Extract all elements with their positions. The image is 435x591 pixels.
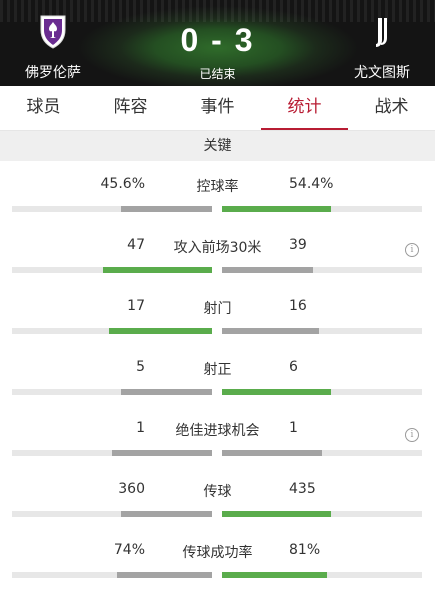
- section-header-key: 关键: [0, 131, 435, 161]
- stat-row: 5 射正 6: [0, 344, 435, 405]
- home-stat-bar-fill: [102, 267, 212, 273]
- away-stat-value: 39: [289, 237, 307, 253]
- away-team-name: 尤文图斯: [354, 65, 410, 81]
- away-stat-value: 16: [289, 298, 307, 314]
- away-stat-bar-fill: [222, 206, 331, 212]
- stat-row: 17 射门 16: [0, 283, 435, 344]
- tab-events[interactable]: 事件: [174, 86, 261, 130]
- away-stat-bar-fill: [222, 511, 332, 517]
- home-stat-bar-fill: [109, 328, 212, 334]
- stat-label: 绝佳进球机会: [175, 423, 260, 439]
- home-stat-bar: [12, 572, 212, 578]
- info-icon[interactable]: i: [405, 428, 419, 442]
- stat-label: 射门: [203, 301, 232, 317]
- away-stat-value: 81%: [289, 542, 321, 558]
- away-stat-bar-fill: [222, 389, 331, 395]
- away-stat-bar: [222, 267, 422, 273]
- away-stat-bar-fill: [222, 572, 327, 578]
- home-stat-bar: [12, 450, 212, 456]
- match-header: 佛罗伦萨 0 - 3 已结束 尤文图斯: [0, 0, 435, 86]
- home-stat-bar-fill: [121, 511, 212, 517]
- stat-row: 45.6% 控球率 54.4%: [0, 161, 435, 222]
- away-stat-value: 6: [289, 359, 298, 375]
- home-stat-bar: [12, 328, 212, 334]
- home-stat-bar: [12, 206, 212, 212]
- stat-row: 1 绝佳进球机会 1: [0, 405, 435, 466]
- stat-label: 控球率: [196, 179, 239, 195]
- info-icon[interactable]: i: [405, 243, 419, 257]
- away-stat-bar: [222, 450, 422, 456]
- home-stat-bar-fill: [120, 206, 212, 212]
- home-stat-bar-fill: [112, 450, 212, 456]
- away-stat-bar-fill: [222, 328, 319, 334]
- tab-players[interactable]: 球员: [0, 86, 87, 130]
- stat-label: 传球: [203, 484, 232, 500]
- home-stat-bar: [12, 511, 212, 517]
- away-stat-bar: [222, 206, 422, 212]
- away-stat-bar: [222, 328, 422, 334]
- home-stat-bar: [12, 389, 212, 395]
- stat-row: 360 传球 435: [0, 466, 435, 527]
- away-stat-bar-fill: [222, 267, 313, 273]
- stat-row: 47 攻入前场30米 39: [0, 222, 435, 283]
- away-stat-bar: [222, 572, 422, 578]
- away-stat-value: 54.4%: [289, 176, 334, 192]
- juventus-crest-icon: [376, 18, 387, 47]
- stats-list: 45.6% 控球率 54.4% 47 攻入前场30米 39 17 射门 16 5…: [0, 161, 435, 588]
- away-stat-value: 435: [289, 481, 316, 497]
- away-stat-bar-fill: [222, 450, 322, 456]
- home-stat-bar: [12, 267, 212, 273]
- home-stat-bar-fill: [121, 389, 212, 395]
- away-stat-bar: [222, 511, 422, 517]
- stat-label: 传球成功率: [182, 545, 253, 561]
- away-stat-bar: [222, 389, 422, 395]
- stat-label: 射正: [203, 362, 232, 378]
- away-stat-value: 1: [289, 420, 298, 436]
- stat-row: 74% 传球成功率 81%: [0, 527, 435, 588]
- tab-statistics[interactable]: 统计: [261, 86, 348, 130]
- tab-tactics[interactable]: 战术: [348, 86, 435, 130]
- tab-lineup[interactable]: 阵容: [87, 86, 174, 130]
- stat-label: 攻入前场30米: [173, 240, 262, 256]
- tab-bar: 球员 阵容 事件 统计 战术: [0, 86, 435, 131]
- home-stat-bar-fill: [116, 572, 212, 578]
